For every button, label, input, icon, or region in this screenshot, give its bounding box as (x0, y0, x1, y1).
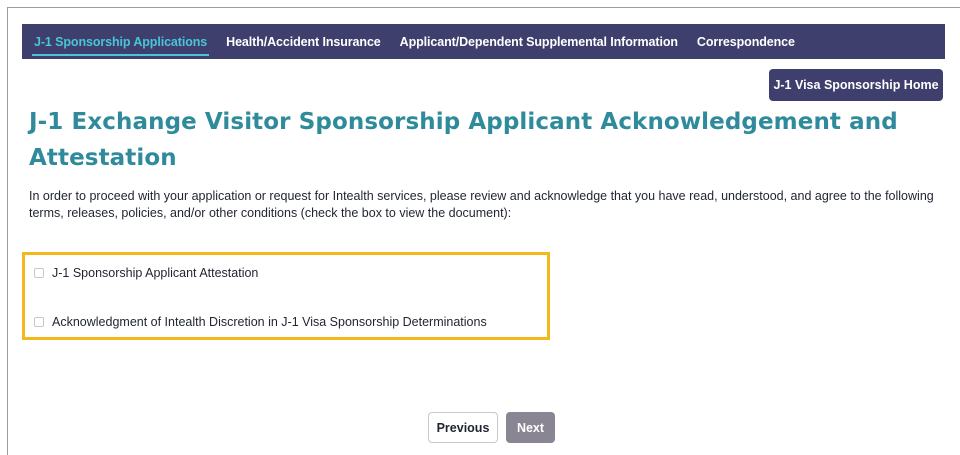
discretion-label: Acknowledgment of Intealth Discretion in… (52, 315, 487, 329)
tab-supplemental-information[interactable]: Applicant/Dependent Supplemental Informa… (400, 35, 678, 49)
acknowledgement-item-attestation[interactable]: J-1 Sponsorship Applicant Attestation (34, 266, 258, 280)
attestation-checkbox[interactable] (34, 268, 44, 278)
attestation-label: J-1 Sponsorship Applicant Attestation (52, 266, 259, 280)
acknowledgement-item-discretion[interactable]: Acknowledgment of Intealth Discretion in… (34, 315, 487, 329)
acknowledgement-list: J-1 Sponsorship Applicant Attestation Ac… (22, 252, 550, 340)
tab-health-accident-insurance[interactable]: Health/Accident Insurance (226, 35, 381, 49)
page-title: J-1 Exchange Visitor Sponsorship Applica… (29, 109, 898, 171)
discretion-checkbox[interactable] (34, 317, 44, 327)
previous-button[interactable]: Previous (428, 412, 498, 443)
intro-text: In order to proceed with your applicatio… (29, 189, 934, 220)
tab-correspondence[interactable]: Correspondence (697, 35, 795, 49)
tab-j1-sponsorship-applications[interactable]: J-1 Sponsorship Applications (31, 35, 210, 56)
next-button[interactable]: Next (506, 412, 555, 443)
top-navigation: J-1 Sponsorship Applications Health/Acci… (22, 24, 945, 59)
j1-visa-sponsorship-home-button[interactable]: J-1 Visa Sponsorship Home (769, 69, 943, 101)
